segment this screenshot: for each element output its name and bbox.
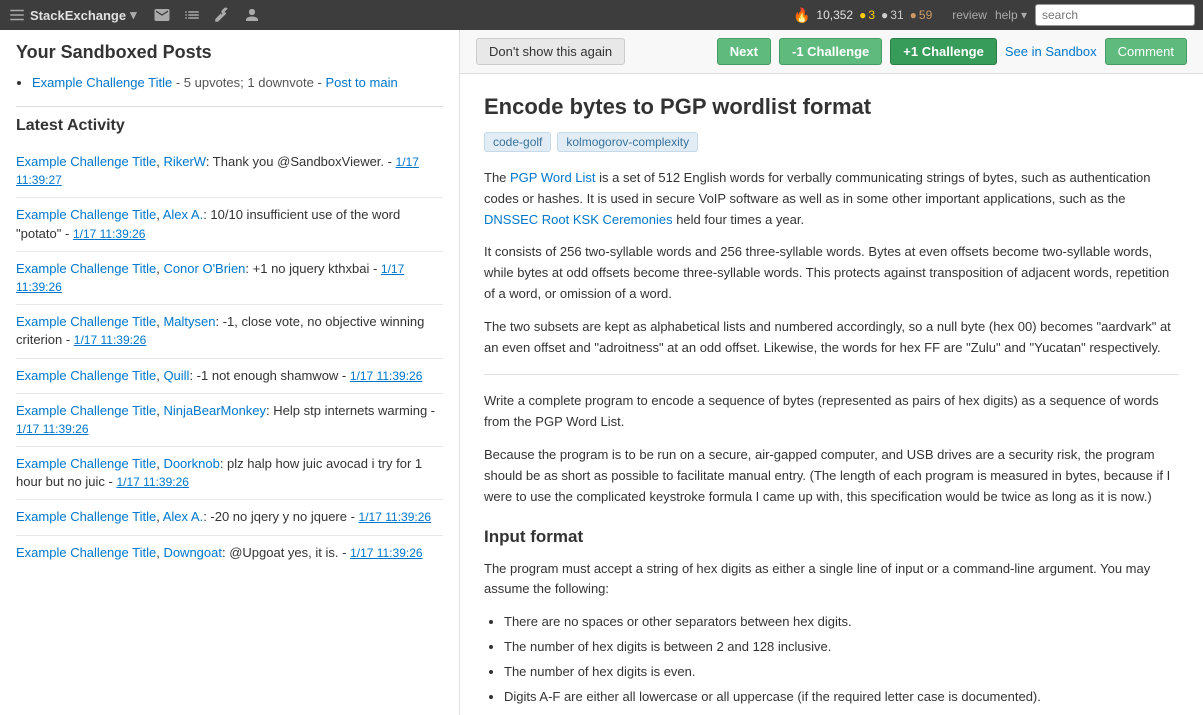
input-format-heading: Input format [484,523,1179,550]
activity-user-link[interactable]: Downgoat [163,545,222,560]
main-container: Your Sandboxed Posts Example Challenge T… [0,30,1203,715]
bullet-item: Digits A-F are either all lowercase or a… [504,687,1179,708]
activity-item: Example Challenge Title, RikerW: Thank y… [16,145,443,198]
activity-item: Example Challenge Title, Alex A.: 10/10 … [16,198,443,251]
activity-title-link[interactable]: Example Challenge Title [16,509,156,524]
chevron-icon: ▾ [130,7,137,23]
see-sandbox-link[interactable]: See in Sandbox [1005,44,1097,59]
activity-item: Example Challenge Title, Maltysen: -1, c… [16,305,443,358]
action-bar: Don't show this again Next -1 Challenge … [460,30,1203,74]
dnssec-link[interactable]: DNSSEC Root KSK Ceremonies [484,212,673,227]
next-button[interactable]: Next [717,38,771,65]
activity-user-link[interactable]: NinjaBearMonkey [163,403,266,418]
activity-title-link[interactable]: Example Challenge Title [16,368,156,383]
para-5: Because the program is to be run on a se… [484,445,1179,507]
activity-user-link[interactable]: RikerW [163,154,205,169]
activity-item: Example Challenge Title, Quill: -1 not e… [16,359,443,394]
activity-user-link[interactable]: Alex A. [163,509,203,524]
activity-title-link[interactable]: Example Challenge Title [16,261,156,276]
silver-badge: ● 31 [881,8,904,22]
sidebar: Your Sandboxed Posts Example Challenge T… [0,30,460,715]
activity-time-link[interactable]: 1/17 11:39:26 [359,510,432,524]
comment-button[interactable]: Comment [1105,38,1187,65]
topbar-icons [153,6,261,24]
post-meta: - 5 upvotes; 1 downvote - [176,75,322,90]
activity-title-link[interactable]: Example Challenge Title [16,154,156,169]
input-format-list: There are no spaces or other separators … [504,612,1179,707]
activity-item: Example Challenge Title, Doorknob: plz h… [16,447,443,500]
activity-time-link[interactable]: 1/17 11:39:26 [16,422,89,436]
activity-user-link[interactable]: Conor O'Brien [163,261,245,276]
post-title: Encode bytes to PGP wordlist format [484,94,1179,120]
inbox-icon[interactable] [153,6,171,24]
tag-kolmogorov[interactable]: kolmogorov-complexity [557,132,698,152]
tag-list: code-golf kolmogorov-complexity [484,132,1179,152]
topbar-links: review help ▾ [952,8,1027,22]
minus-challenge-button[interactable]: -1 Challenge [779,38,882,65]
para-1: The PGP Word List is a set of 512 Englis… [484,168,1179,230]
activity-item: Example Challenge Title, Conor O'Brien: … [16,252,443,305]
activity-user-link[interactable]: Alex A. [163,207,203,222]
post-link[interactable]: Example Challenge Title [32,75,172,90]
review-link[interactable]: review [952,8,987,22]
activity-item: Example Challenge Title, Downgoat: @Upgo… [16,536,443,570]
bullet-item: The number of hex digits is even. [504,662,1179,683]
input-format-intro: The program must accept a string of hex … [484,559,1179,601]
chart-icon[interactable] [183,6,201,24]
help-link[interactable]: help ▾ [995,8,1027,22]
para-2: It consists of 256 two-syllable words an… [484,242,1179,304]
wrench-icon[interactable] [213,6,231,24]
latest-activity-title: Latest Activity [16,106,443,135]
activity-time-link[interactable]: 1/17 11:39:26 [116,475,189,489]
activity-time-link[interactable]: 1/17 11:39:26 [350,369,423,383]
menu-icon [8,6,26,24]
activity-time-link[interactable]: 1/17 11:39:26 [74,333,147,347]
dont-show-button[interactable]: Don't show this again [476,38,625,65]
plus-challenge-button[interactable]: +1 Challenge [890,38,997,65]
post-content: Encode bytes to PGP wordlist format code… [460,74,1203,715]
content-area: Don't show this again Next -1 Challenge … [460,30,1203,715]
activity-title-link[interactable]: Example Challenge Title [16,314,156,329]
sandboxed-posts-title: Your Sandboxed Posts [16,42,443,63]
activity-user-link[interactable]: Maltysen [163,314,215,329]
activity-time-link[interactable]: 1/17 11:39:26 [73,227,146,241]
para-4: Write a complete program to encode a seq… [484,391,1179,433]
para-3: The two subsets are kept as alphabetical… [484,317,1179,359]
activity-user-link[interactable]: Doorknob [163,456,219,471]
brand-label: StackExchange [30,8,126,23]
divider [484,374,1179,375]
search-input[interactable] [1035,4,1195,26]
topbar: StackExchange ▾ 🔥 10,352 ● 3 ● 31 ● 59 r… [0,0,1203,30]
activity-item: Example Challenge Title, Alex A.: -20 no… [16,500,443,535]
post-to-main-link[interactable]: Post to main [325,75,397,90]
brand[interactable]: StackExchange ▾ [8,6,137,24]
flame-icon: 🔥 [793,7,810,24]
tag-code-golf[interactable]: code-golf [484,132,551,152]
rep-score: 10,352 [816,8,853,22]
action-bar-right: See in Sandbox Comment [1005,38,1187,65]
activity-title-link[interactable]: Example Challenge Title [16,456,156,471]
bronze-badge: ● 59 [910,8,933,22]
activity-title-link[interactable]: Example Challenge Title [16,403,156,418]
activity-item: Example Challenge Title, NinjaBearMonkey… [16,394,443,447]
sandboxed-post-list: Example Challenge Title - 5 upvotes; 1 d… [16,75,443,90]
bullet-item: There are no spaces or other separators … [504,612,1179,633]
bullet-item: The number of hex digits is between 2 an… [504,637,1179,658]
gold-badge: ● 3 [859,8,875,22]
activity-title-link[interactable]: Example Challenge Title [16,207,156,222]
list-item: Example Challenge Title - 5 upvotes; 1 d… [32,75,443,90]
post-body: The PGP Word List is a set of 512 Englis… [484,168,1179,707]
reputation-area: 🔥 10,352 ● 3 ● 31 ● 59 [793,7,932,24]
activity-title-link[interactable]: Example Challenge Title [16,545,156,560]
activity-user-link[interactable]: Quill [163,368,189,383]
activity-time-link[interactable]: 1/17 11:39:26 [350,546,423,560]
pgp-word-list-link[interactable]: PGP Word List [510,170,596,185]
person-icon[interactable] [243,6,261,24]
activity-list: Example Challenge Title, RikerW: Thank y… [16,145,443,570]
